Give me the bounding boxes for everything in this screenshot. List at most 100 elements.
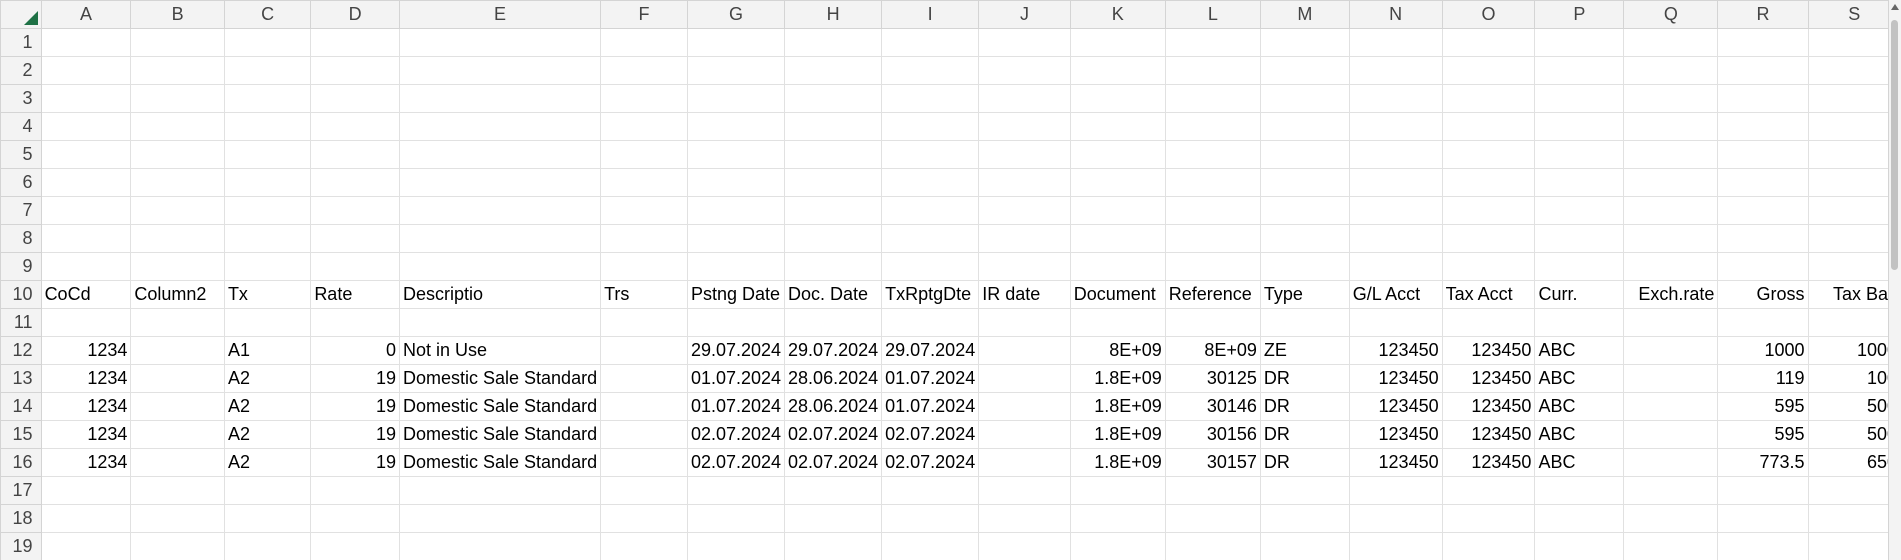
cell-b19[interactable] (130, 532, 225, 560)
cell-n18[interactable] (1348, 504, 1443, 533)
cell-b4[interactable] (130, 112, 225, 141)
select-all-corner[interactable] (0, 0, 42, 29)
cell-d4[interactable] (310, 112, 400, 141)
cell-g15[interactable]: 02.07.2024 (686, 420, 786, 449)
cell-m11[interactable] (1259, 308, 1350, 337)
cell-f11[interactable] (600, 308, 688, 337)
cell-k17[interactable] (1069, 476, 1166, 505)
cell-m3[interactable] (1259, 84, 1350, 113)
cell-n5[interactable] (1348, 140, 1443, 169)
cell-q16[interactable] (1623, 448, 1719, 477)
cell-l19[interactable] (1164, 532, 1261, 560)
cell-f18[interactable] (600, 504, 688, 533)
cell-a3[interactable] (40, 84, 132, 113)
cell-s4[interactable] (1807, 112, 1901, 141)
cell-f10[interactable]: Trs (600, 280, 688, 309)
cell-i13[interactable]: 01.07.2024 (881, 364, 980, 393)
cell-r16[interactable]: 773.5 (1717, 448, 1809, 477)
cell-d3[interactable] (310, 84, 400, 113)
cell-q8[interactable] (1623, 224, 1719, 253)
cell-p18[interactable] (1534, 504, 1625, 533)
cell-f1[interactable] (600, 28, 688, 57)
row-header[interactable]: 18 (0, 504, 42, 533)
cell-q15[interactable] (1623, 420, 1719, 449)
cell-i11[interactable] (881, 308, 980, 337)
cell-a11[interactable] (40, 308, 132, 337)
cell-f4[interactable] (600, 112, 688, 141)
cell-a9[interactable] (40, 252, 132, 281)
cell-k3[interactable] (1069, 84, 1166, 113)
cell-q11[interactable] (1623, 308, 1719, 337)
cell-m7[interactable] (1259, 196, 1350, 225)
cell-r3[interactable] (1717, 84, 1809, 113)
cell-p10[interactable]: Curr. (1534, 280, 1625, 309)
row-header[interactable]: 11 (0, 308, 42, 337)
cell-a5[interactable] (40, 140, 132, 169)
cell-g17[interactable] (686, 476, 786, 505)
cell-g5[interactable] (686, 140, 786, 169)
cell-d17[interactable] (310, 476, 400, 505)
cell-o7[interactable] (1441, 196, 1536, 225)
cell-o15[interactable]: 123450 (1441, 420, 1536, 449)
cell-i3[interactable] (881, 84, 980, 113)
cell-n4[interactable] (1348, 112, 1443, 141)
cell-h5[interactable] (784, 140, 883, 169)
cell-o14[interactable]: 123450 (1441, 392, 1536, 421)
cell-f6[interactable] (600, 168, 688, 197)
cell-q14[interactable] (1623, 392, 1719, 421)
cell-j13[interactable] (978, 364, 1071, 393)
cell-j7[interactable] (978, 196, 1071, 225)
cell-j2[interactable] (978, 56, 1071, 85)
cell-r18[interactable] (1717, 504, 1809, 533)
cell-e18[interactable] (398, 504, 602, 533)
cell-o6[interactable] (1441, 168, 1536, 197)
cell-a8[interactable] (40, 224, 132, 253)
cell-p11[interactable] (1534, 308, 1625, 337)
cell-l12[interactable]: 8E+09 (1164, 336, 1261, 365)
cell-h13[interactable]: 28.06.2024 (784, 364, 883, 393)
cell-b1[interactable] (130, 28, 225, 57)
cell-j14[interactable] (978, 392, 1071, 421)
cell-m4[interactable] (1259, 112, 1350, 141)
cell-n8[interactable] (1348, 224, 1443, 253)
column-header-i[interactable]: I (881, 0, 980, 29)
cell-p15[interactable]: ABC (1534, 420, 1625, 449)
cell-g6[interactable] (686, 168, 786, 197)
cell-e8[interactable] (398, 224, 602, 253)
cell-r17[interactable] (1717, 476, 1809, 505)
cell-r5[interactable] (1717, 140, 1809, 169)
cell-s14[interactable]: 500 (1807, 392, 1901, 421)
cell-s19[interactable] (1807, 532, 1901, 560)
cell-s18[interactable] (1807, 504, 1901, 533)
column-header-k[interactable]: K (1069, 0, 1166, 29)
cell-b16[interactable] (130, 448, 225, 477)
cell-b9[interactable] (130, 252, 225, 281)
cell-l11[interactable] (1164, 308, 1261, 337)
cell-p13[interactable]: ABC (1534, 364, 1625, 393)
cell-o17[interactable] (1441, 476, 1536, 505)
cell-j8[interactable] (978, 224, 1071, 253)
cell-q19[interactable] (1623, 532, 1719, 560)
cell-d5[interactable] (310, 140, 400, 169)
cell-s10[interactable]: Tax Bas (1807, 280, 1901, 309)
cell-i2[interactable] (881, 56, 980, 85)
cell-q7[interactable] (1623, 196, 1719, 225)
cell-n11[interactable] (1348, 308, 1443, 337)
cell-l14[interactable]: 30146 (1164, 392, 1261, 421)
cell-d6[interactable] (310, 168, 400, 197)
cell-f5[interactable] (600, 140, 688, 169)
cell-f12[interactable] (600, 336, 688, 365)
cell-a13[interactable]: 1234 (40, 364, 132, 393)
cell-c17[interactable] (223, 476, 312, 505)
column-header-m[interactable]: M (1259, 0, 1350, 29)
cell-c11[interactable] (223, 308, 312, 337)
cell-j17[interactable] (978, 476, 1071, 505)
cell-n17[interactable] (1348, 476, 1443, 505)
cell-d13[interactable]: 19 (310, 364, 400, 393)
cell-r19[interactable] (1717, 532, 1809, 560)
cell-c5[interactable] (223, 140, 312, 169)
cell-o11[interactable] (1441, 308, 1536, 337)
cell-j9[interactable] (978, 252, 1071, 281)
cell-d7[interactable] (310, 196, 400, 225)
cell-l4[interactable] (1164, 112, 1261, 141)
